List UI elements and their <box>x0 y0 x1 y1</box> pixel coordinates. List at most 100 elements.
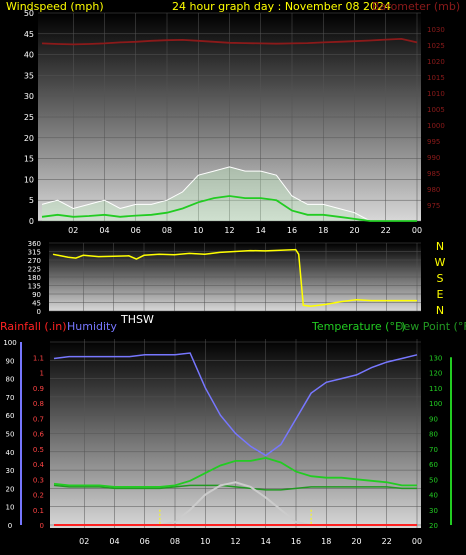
dew-point-label: Dew Point (°F) <box>395 320 466 333</box>
temperature-tick: 30 <box>429 507 438 515</box>
temperature-tick: 40 <box>429 492 438 500</box>
barometer-tick: 995 <box>427 138 440 146</box>
direction-tick: 315 <box>28 249 41 257</box>
barometer-tick: 1000 <box>427 122 445 130</box>
windspeed-axis: 0 5 10 15 20 25 30 35 40 45 50 <box>24 9 34 226</box>
direction-axis: 04590135180225270315360 <box>28 240 41 316</box>
barometer-tick: 1030 <box>427 26 445 34</box>
rainfall-tick: 0.1 <box>33 507 44 515</box>
hour-tick: 18 <box>321 537 331 546</box>
humidity-tick: 10 <box>6 504 15 512</box>
direction-tick: 135 <box>28 283 41 291</box>
barometer-tick: 990 <box>427 154 440 162</box>
hour-tick: 06 <box>131 226 141 235</box>
humidity-tick: 50 <box>6 431 15 439</box>
hour-tick: 02 <box>68 226 78 235</box>
hour-tick: 14 <box>261 537 271 546</box>
humidity-tick: 80 <box>6 376 15 384</box>
humidity-tick: 100 <box>3 339 16 347</box>
hour-tick: 20 <box>351 537 361 546</box>
windspeed-tick: 25 <box>24 113 34 122</box>
rainfall-tick: 0 <box>40 522 44 530</box>
temperature-axis: 20 30 40 50 60 70 80 90 100 110 120 130 <box>429 354 452 530</box>
windspeed-tick: 5 <box>29 196 34 205</box>
hour-axis-bottom: 02 04 06 08 10 12 14 16 18 20 22 00 <box>79 537 422 546</box>
barometer-tick: 985 <box>427 170 440 178</box>
hour-tick: 00 <box>412 537 422 546</box>
direction-tick: 90 <box>32 291 41 299</box>
rainfall-axis: 0 0.1 0.2 0.3 0.4 0.5 0.6 0.7 0.8 0.9 1 1.1 <box>33 354 45 530</box>
humidity-tick: 70 <box>6 394 15 402</box>
thsw-label: THSW <box>120 313 154 326</box>
compass-letter: N <box>436 304 444 317</box>
windspeed-tick: 15 <box>24 155 34 164</box>
rainfall-tick: 1 <box>40 370 44 378</box>
hour-tick: 06 <box>140 537 150 546</box>
temperature-tick: 60 <box>429 461 438 469</box>
rainfall-tick: 0.2 <box>33 492 44 500</box>
windspeed-tick: 50 <box>24 9 34 18</box>
hour-tick: 20 <box>349 226 359 235</box>
windspeed-tick: 10 <box>24 175 34 184</box>
compass-labels: NWSEN <box>435 240 446 317</box>
humidity-tick: 60 <box>6 412 15 420</box>
windspeed-tick: 35 <box>24 71 34 80</box>
humidity-axis: 0 10 20 30 40 50 60 70 80 90 100 <box>3 339 22 530</box>
hour-axis: 02 04 06 08 10 12 14 16 18 20 22 00 <box>68 226 422 235</box>
temperature-tick: 110 <box>429 385 442 393</box>
temperature-tick: 120 <box>429 370 442 378</box>
barometer-axis: 975 980 985 990 995 1000 1005 1010 1015 1020 1025 1… <box>427 26 445 210</box>
windspeed-tick: 20 <box>24 134 34 143</box>
windspeed-tick: 0 <box>29 217 34 226</box>
humidity-tick: 0 <box>8 522 12 530</box>
temperature-tick: 50 <box>429 476 438 484</box>
hour-tick: 10 <box>193 226 203 235</box>
barometer-label: Barometer (mb) <box>372 0 460 13</box>
hour-tick: 12 <box>230 537 240 546</box>
hour-tick: 04 <box>109 537 119 546</box>
humidity-tick: 30 <box>6 467 15 475</box>
rainfall-tick: 0.6 <box>33 431 45 439</box>
hour-tick: 16 <box>291 537 301 546</box>
temperature-tick: 80 <box>429 431 438 439</box>
barometer-tick: 1025 <box>427 42 445 50</box>
barometer-tick: 1015 <box>427 74 445 82</box>
humidity-tick: 90 <box>6 357 15 365</box>
barometer-tick: 1005 <box>427 106 445 114</box>
compass-letter: E <box>437 288 444 301</box>
temperature-tick: 20 <box>429 522 438 530</box>
windspeed-tick: 45 <box>24 30 34 39</box>
rainfall-tick: 0.8 <box>33 400 44 408</box>
humidity-tick: 20 <box>6 485 15 493</box>
barometer-tick: 980 <box>427 186 440 194</box>
humidity-label: Humidity <box>67 320 117 333</box>
temperature-tick: 100 <box>429 400 442 408</box>
hour-tick: 08 <box>170 537 180 546</box>
rainfall-label: Rainfall (.in) <box>0 320 67 333</box>
hour-tick: 08 <box>162 226 172 235</box>
hour-tick: 22 <box>382 537 392 546</box>
hour-tick: 10 <box>200 537 210 546</box>
temperature-tick: 90 <box>429 415 438 423</box>
rainfall-tick: 0.7 <box>33 415 44 423</box>
rainfall-tick: 0.5 <box>33 446 44 454</box>
compass-letter: N <box>436 240 444 253</box>
rainfall-tick: 1.1 <box>33 354 44 362</box>
hour-tick: 18 <box>318 226 328 235</box>
direction-tick: 225 <box>28 266 41 274</box>
direction-tick: 0 <box>37 308 41 316</box>
temperature-label: Temperature (°F) <box>311 320 406 333</box>
hour-tick: 04 <box>99 226 109 235</box>
hour-tick: 16 <box>287 226 297 235</box>
compass-letter: S <box>437 272 444 285</box>
weather-graph: Windspeed (mph) 24 hour graph day : Nove… <box>0 0 466 546</box>
barometer-tick: 975 <box>427 202 440 210</box>
windspeed-tick: 30 <box>24 92 34 101</box>
rainfall-tick: 0.4 <box>33 461 45 469</box>
rainfall-tick: 0.9 <box>33 385 44 393</box>
hour-tick: 12 <box>224 226 234 235</box>
direction-tick: 360 <box>28 240 41 248</box>
windspeed-label: Windspeed (mph) <box>6 0 104 13</box>
temperature-tick: 130 <box>429 354 442 362</box>
temperature-tick: 70 <box>429 446 438 454</box>
